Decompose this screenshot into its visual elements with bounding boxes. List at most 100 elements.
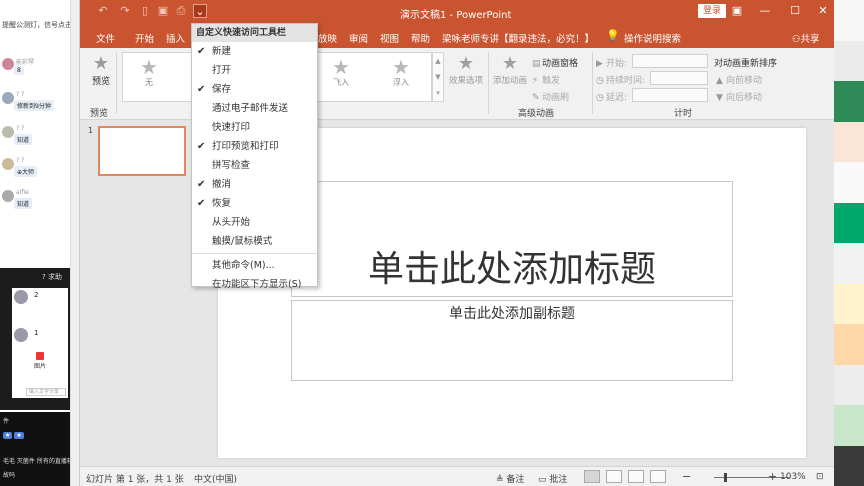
maximize-icon[interactable]: ☐ <box>786 3 804 19</box>
zoom-out-button[interactable]: − <box>682 470 691 483</box>
normal-view-button[interactable] <box>584 470 600 483</box>
menu-item[interactable]: ✔ 保存 <box>192 80 317 99</box>
avatar <box>2 158 14 170</box>
delay-input[interactable] <box>632 88 708 102</box>
comments-button[interactable]: ▭ 批注 <box>538 472 567 485</box>
trigger-button[interactable]: ⚡ 触发 <box>532 73 560 86</box>
effect-options-button[interactable]: ★ 效果选项 <box>446 54 486 87</box>
share-button[interactable]: ⚇共享 <box>792 31 820 45</box>
reading-view-button[interactable] <box>628 470 644 483</box>
tab-insert[interactable]: 插入 <box>166 31 185 45</box>
clock-icon: ◷ <box>596 93 604 103</box>
redo-icon[interactable]: ↷ <box>118 4 132 18</box>
chevron-down-icon[interactable]: ▼ <box>433 69 443 85</box>
tab-file[interactable]: 文件 <box>96 31 115 45</box>
strip-segment <box>834 283 864 324</box>
participant-list: 2 1 图片 输入文字分享 <box>12 288 68 398</box>
language[interactable]: 中文(中国) <box>194 472 237 485</box>
badge-icon: ★ <box>3 432 13 439</box>
move-earlier-button[interactable]: ▲ 向前移动 <box>716 73 762 86</box>
avatar <box>2 58 14 70</box>
slide-number: 1 <box>88 126 94 135</box>
menu-item-show-below[interactable]: 在功能区下方显示(S) <box>192 275 317 294</box>
checkmark-icon: ✔ <box>197 141 206 152</box>
group-label-preview: 预览 <box>90 109 109 119</box>
chevron-up-icon[interactable]: ▲ <box>433 53 443 69</box>
animation-pane-button[interactable]: ▤动画窗格 <box>532 56 578 69</box>
tab-home[interactable]: 开始 <box>135 31 154 45</box>
tell-me-search[interactable]: 操作说明搜索 <box>624 31 681 45</box>
strip-segment <box>834 202 864 243</box>
menu-item[interactable]: 快速打印 <box>192 118 317 137</box>
notes-button[interactable]: ≜ 备注 <box>496 472 524 485</box>
ribbon-display-icon[interactable]: ▣ <box>728 3 746 19</box>
animation-none[interactable]: ★ 无 <box>131 57 167 88</box>
list-item[interactable]: 1 <box>14 326 64 344</box>
title-placeholder[interactable]: 单击此处添加标题 <box>291 181 733 297</box>
menu-header: 自定义快速访问工具栏 <box>192 24 317 42</box>
triangle-down-icon: ▼ <box>716 93 723 103</box>
more-icon[interactable]: ▾ <box>433 85 443 101</box>
menu-item[interactable]: ✔ 恢复 <box>192 194 317 213</box>
zoom-in-button[interactable]: + <box>768 470 777 483</box>
duration-input[interactable] <box>650 71 708 85</box>
menu-item[interactable]: 拼写检查 <box>192 156 317 175</box>
subtitle-placeholder[interactable]: 单击此处添加副标题 <box>291 300 733 381</box>
chat-message: ? ? 知道 <box>0 124 79 154</box>
star-icon: ★ <box>332 55 350 79</box>
animation-pane-icon: ▤ <box>532 59 541 69</box>
chat-input[interactable]: 输入文字分享 <box>26 388 66 396</box>
start-select[interactable] <box>632 54 708 68</box>
slide-sorter-button[interactable] <box>606 470 622 483</box>
slideshow-view-button[interactable] <box>650 470 666 483</box>
avatar <box>14 290 28 304</box>
print-preview-icon[interactable]: ⎙ <box>174 4 188 18</box>
lightbulb-icon: 💡 <box>606 29 620 42</box>
list-item[interactable]: 2 <box>14 288 64 306</box>
zoom-level[interactable]: 103% <box>780 472 806 482</box>
preview-button[interactable]: ★ 预览 <box>90 54 112 88</box>
fit-slide-icon[interactable]: ⊡ <box>816 472 824 482</box>
strip-segment <box>834 445 864 486</box>
animation-float-in[interactable]: ★ 浮入 <box>383 57 419 88</box>
animation-painter-button[interactable]: ✎ 动画刷 <box>532 90 569 103</box>
chat-scrollbar[interactable] <box>70 0 79 486</box>
new-icon[interactable]: ▯ <box>138 4 152 18</box>
tab-teacher[interactable]: 梁咏老师专讲【翻录违法，必究！】 <box>442 31 594 45</box>
slide-thumbnail-pane: 1 <box>80 120 192 466</box>
tab-view[interactable]: 视图 <box>380 31 399 45</box>
close-icon[interactable]: ✕ <box>814 3 832 19</box>
strip-segment <box>834 405 864 446</box>
menu-item[interactable]: 通过电子邮件发送 <box>192 99 317 118</box>
slide-thumbnail[interactable] <box>98 126 186 176</box>
clock-icon: ◷ <box>596 76 604 86</box>
animation-fly-in[interactable]: ★ 飞入 <box>323 57 359 88</box>
checkmark-icon: ✔ <box>197 84 206 95</box>
save-icon[interactable]: ▣ <box>156 4 170 18</box>
menu-item[interactable]: 触摸/鼠标模式 <box>192 232 317 251</box>
strip-segment <box>834 81 864 122</box>
help-button[interactable]: ? 求助 <box>42 272 62 282</box>
add-animation-button[interactable]: ★ 添加动画 <box>490 54 530 87</box>
picture-button[interactable]: 图片 <box>34 352 46 370</box>
menu-item[interactable]: 从头开始 <box>192 213 317 232</box>
undo-icon[interactable]: ↶ <box>96 4 110 18</box>
menu-item[interactable]: ✔ 新建 <box>192 42 317 61</box>
menu-item[interactable]: ✔ 打印预览和打印 <box>192 137 317 156</box>
menu-divider <box>192 253 317 254</box>
minimize-icon[interactable]: — <box>756 3 774 19</box>
gallery-scroll[interactable]: ▲ ▼ ▾ <box>432 52 444 102</box>
menu-item-more-commands[interactable]: 其他命令(M)... <box>192 256 317 275</box>
strip-segment <box>834 0 864 41</box>
customize-qat-icon[interactable]: ⌄ <box>193 4 207 18</box>
person-icon: ⚇ <box>792 34 801 45</box>
menu-item[interactable]: ✔ 撤消 <box>192 175 317 194</box>
tab-help[interactable]: 帮助 <box>411 31 430 45</box>
zoom-slider-thumb[interactable] <box>724 473 727 482</box>
tab-review[interactable]: 审阅 <box>349 31 368 45</box>
menu-item[interactable]: 打开 <box>192 61 317 80</box>
login-button[interactable]: 登录 <box>698 4 727 18</box>
tab-slideshow[interactable]: 放映 <box>318 31 337 45</box>
move-later-button[interactable]: ▼ 向后移动 <box>716 90 762 103</box>
delay-label: ◷ 延迟: <box>596 93 628 103</box>
